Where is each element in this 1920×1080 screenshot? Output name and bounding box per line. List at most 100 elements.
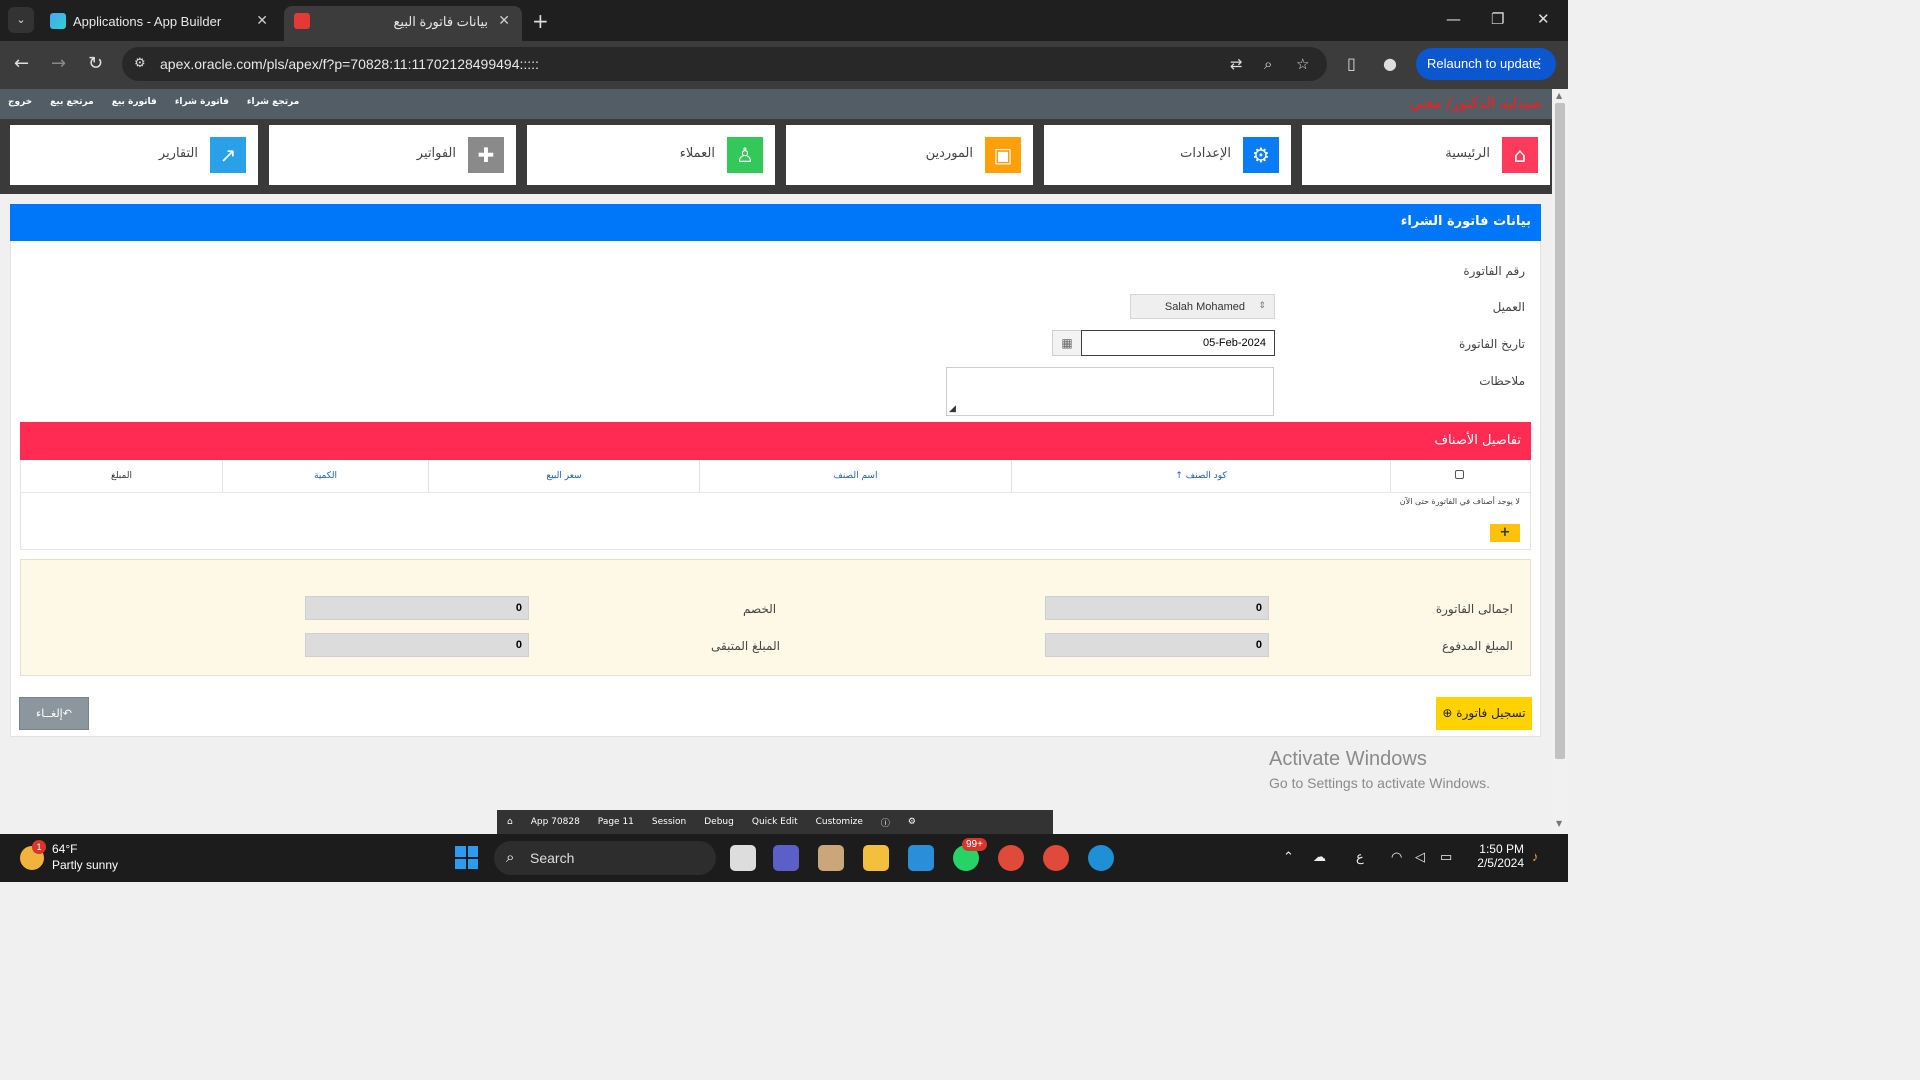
paid-label: المبلغ المدفوع — [1441, 639, 1513, 653]
zoom-icon[interactable]: ⌕ — [1264, 55, 1272, 73]
dev-app-link[interactable]: App 70828 — [531, 817, 580, 827]
omnibox[interactable]: ⚙ apex.oracle.com/pls/apex/f?p=70828:11:… — [122, 47, 1327, 81]
battery-icon[interactable]: ▭ — [1440, 849, 1452, 865]
profile-icon[interactable]: ● — [1383, 54, 1397, 73]
close-window-icon[interactable]: ✕ — [1537, 10, 1550, 28]
discount-value: 0 — [515, 602, 522, 614]
card-home[interactable]: ⌂ الرئيسية — [1302, 125, 1550, 185]
add-row-button[interactable]: + — [1490, 524, 1520, 542]
apex-favicon-icon — [50, 13, 66, 29]
col-header-amount[interactable]: المبلغ — [21, 460, 223, 492]
dev-quick-edit-link[interactable]: Quick Edit — [752, 817, 798, 827]
forward-icon[interactable]: → — [51, 53, 66, 74]
scroll-up-icon[interactable]: ▲ — [1556, 91, 1562, 100]
app-favicon-icon — [294, 13, 310, 29]
top-menu: خروج مرتجع بيع فاتورة بيع فاتورة شراء مر… — [8, 97, 299, 107]
weather-badge: 1 — [32, 840, 46, 854]
app-brand[interactable]: صيدليه الدكتور/ معني — [1410, 94, 1542, 112]
minimize-icon[interactable]: — — [1446, 10, 1461, 28]
folder-icon[interactable] — [863, 845, 889, 871]
totals-region — [20, 559, 1531, 676]
reload-icon[interactable]: ↻ — [88, 53, 103, 74]
col-header-sale-price[interactable]: سعر البيع — [429, 460, 700, 492]
notes-label: ملاحظات — [1479, 374, 1525, 388]
invoice-total-value: 0 — [1255, 602, 1262, 614]
page-scrollbar[interactable]: ▲ ▼ — [1552, 89, 1568, 833]
language-indicator[interactable]: ع — [1356, 849, 1364, 865]
back-icon[interactable]: ← — [14, 53, 29, 74]
maximize-icon[interactable]: ❐ — [1491, 10, 1504, 28]
discount-field[interactable]: 0 — [305, 596, 529, 620]
col-header-item-code[interactable]: كود الصنف ↑ — [1012, 460, 1391, 492]
notes-textarea[interactable]: ◢ — [946, 367, 1274, 416]
chrome-icon[interactable] — [998, 845, 1024, 871]
vscode-icon[interactable] — [908, 845, 934, 871]
date-input[interactable]: 05-Feb-2024 — [1081, 330, 1275, 356]
chrome-active-icon[interactable] — [1043, 845, 1069, 871]
customer-select[interactable]: Salah Mohamed ⇕ — [1130, 294, 1275, 319]
col-header-item-name[interactable]: اسم الصنف — [700, 460, 1012, 492]
nav-cards: ⌂ الرئيسية ⚙ الإعدادات ▣ الموردين ♙ العم… — [0, 119, 1552, 194]
dev-customize-link[interactable]: Customize — [816, 817, 863, 827]
taskbar-clock[interactable]: 1:50 PM 2/5/2024 — [1474, 842, 1524, 870]
tab-app-builder[interactable]: Applications - App Builder ✕ — [40, 6, 280, 41]
calendar-icon[interactable]: ▦ — [1052, 330, 1082, 356]
site-info-icon[interactable]: ⚙ — [134, 56, 146, 71]
card-reports[interactable]: ↗ التقارير — [10, 125, 258, 185]
taskbar-search[interactable]: ⌕ Search — [494, 841, 716, 875]
teams-icon[interactable] — [773, 845, 799, 871]
onedrive-cloud-icon[interactable]: ☁ — [1313, 849, 1326, 865]
card-invoices[interactable]: ✚ الفواتير — [269, 125, 516, 185]
dev-session-link[interactable]: Session — [652, 817, 686, 827]
cancel-button[interactable]: إلغــاء↶ — [19, 697, 89, 730]
notification-bell-icon[interactable]: ♪ — [1532, 849, 1539, 864]
customer-value: Salah Mohamed — [1164, 301, 1245, 313]
file-explorer-icon[interactable] — [730, 845, 756, 871]
dev-home-icon[interactable]: ⌂ — [507, 817, 513, 827]
card-customers[interactable]: ♙ العملاء — [527, 125, 775, 185]
paid-field[interactable]: 0 — [1045, 633, 1269, 657]
tab-sales-invoice[interactable]: بيانات فاتورة البيع ✕ — [284, 6, 522, 41]
wifi-icon[interactable]: ◠ — [1391, 849, 1402, 865]
close-tab-icon[interactable]: ✕ — [498, 12, 510, 29]
select-all-checkbox[interactable] — [1455, 470, 1464, 479]
dev-debug-link[interactable]: Debug — [704, 817, 734, 827]
card-label: الموردين — [925, 146, 973, 161]
card-suppliers[interactable]: ▣ الموردين — [786, 125, 1033, 185]
url-text[interactable]: apex.oracle.com/pls/apex/f?p=70828:11:11… — [160, 56, 539, 72]
translate-icon[interactable]: ⇄ — [1230, 55, 1243, 73]
menu-dots-icon[interactable]: ⋮ — [1533, 48, 1546, 80]
close-tab-icon[interactable]: ✕ — [256, 12, 268, 29]
relaunch-button[interactable]: Relaunch to update ⋮ — [1416, 48, 1556, 80]
coffee-app-icon[interactable] — [818, 845, 844, 871]
side-panel-icon[interactable]: ▯ — [1347, 54, 1356, 73]
save-invoice-button[interactable]: تسجيل فاتورة ⊕ — [1436, 697, 1532, 730]
volume-icon[interactable]: ◁ — [1415, 849, 1425, 865]
info-icon[interactable]: ⓘ — [881, 816, 890, 829]
card-settings[interactable]: ⚙ الإعدادات — [1044, 125, 1291, 185]
region-title: بيانات فاتورة الشراء — [1400, 214, 1531, 229]
new-tab-icon[interactable]: + — [532, 9, 549, 33]
items-grid: كود الصنف ↑ اسم الصنف سعر البيع الكمية ا… — [20, 460, 1531, 550]
scroll-down-icon[interactable]: ▼ — [1556, 819, 1562, 828]
menu-item-purchase-return[interactable]: مرتجع شراء — [247, 97, 299, 107]
menu-item-logout[interactable]: خروج — [8, 97, 32, 107]
edge-icon[interactable] — [1088, 845, 1114, 871]
col-header-quantity[interactable]: الكمية — [223, 460, 429, 492]
dev-page-link[interactable]: Page 11 — [598, 817, 634, 827]
menu-item-purchase-invoice[interactable]: فاتورة شراء — [175, 97, 229, 107]
date-label: تاريخ الفاتورة — [1458, 337, 1525, 351]
tab-search-button[interactable]: ⌄ — [8, 7, 34, 33]
date-value: 05-Feb-2024 — [1203, 337, 1266, 349]
select-arrows-icon: ⇕ — [1258, 300, 1266, 310]
bookmark-star-icon[interactable]: ☆ — [1296, 55, 1309, 73]
dev-settings-icon[interactable]: ⚙ — [908, 817, 916, 827]
scroll-thumb[interactable] — [1555, 103, 1565, 759]
windows-start-icon[interactable] — [455, 846, 478, 869]
clock-time: 1:50 PM — [1479, 842, 1524, 856]
tray-chevron-icon[interactable]: ⌃ — [1283, 849, 1294, 865]
resize-grip-icon[interactable]: ◢ — [949, 404, 956, 414]
menu-item-sales-invoice[interactable]: فاتورة بيع — [112, 97, 157, 107]
weather-condition: Partly sunny — [52, 858, 119, 872]
menu-item-sales-return[interactable]: مرتجع بيع — [50, 97, 94, 107]
